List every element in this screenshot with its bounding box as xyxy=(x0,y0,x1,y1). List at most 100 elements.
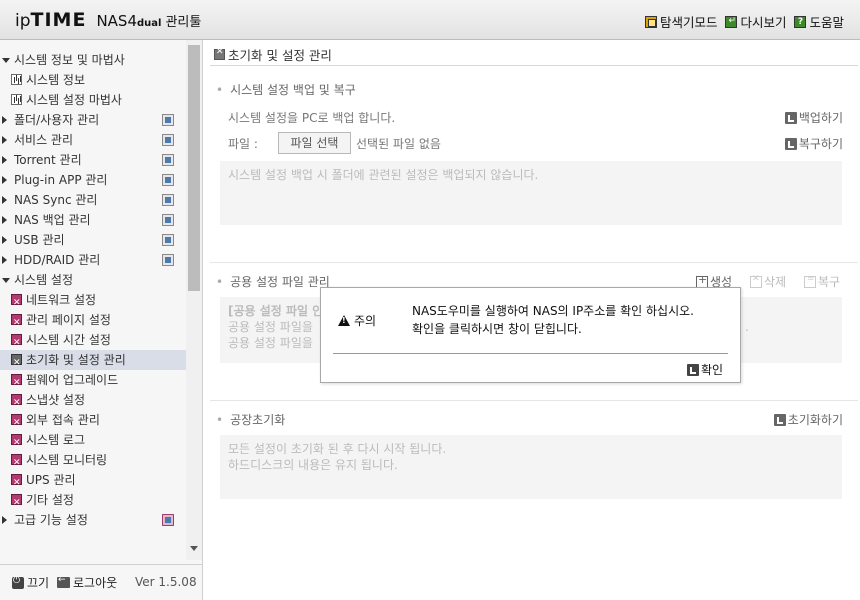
explorer-mode-label: 탐색기모드 xyxy=(659,15,718,30)
help-link[interactable]: ? 도움말 xyxy=(794,12,844,31)
dialog-title-text: 주의 xyxy=(354,314,377,328)
sidebar-item-label: 시스템 정보 및 마법사 xyxy=(14,53,125,67)
settings-icon xyxy=(11,493,22,513)
collapse-arrow-icon xyxy=(2,136,7,144)
chart-icon xyxy=(11,94,22,105)
refresh-link[interactable]: 다시보기 xyxy=(725,12,786,31)
settings-icon xyxy=(11,333,22,353)
help-icon: ? xyxy=(794,15,807,28)
factory-reset-label: 초기화하기 xyxy=(787,413,843,427)
sidebar-item-service[interactable]: 서비스 관리 xyxy=(0,130,186,150)
sidebar-item-remote-access[interactable]: 외부 접속 관리 xyxy=(0,410,186,433)
sidebar-item-label: 펌웨어 업그레이드 xyxy=(26,373,119,387)
sidebar-item-reset-config[interactable]: 초기화 및 설정 관리 xyxy=(0,350,186,373)
restore-button[interactable]: 복구하기 xyxy=(784,135,843,152)
sidebar-item-system-info[interactable]: 시스템 정보 xyxy=(0,70,186,90)
sidebar-item-label: Torrent 관리 xyxy=(14,153,82,167)
factory-heading-text: 공장초기화 xyxy=(230,413,286,427)
sidebar-item-label: 외부 접속 관리 xyxy=(26,413,100,427)
sidebar-scroll-thumb[interactable] xyxy=(188,45,200,291)
explorer-icon xyxy=(644,15,657,28)
collapse-arrow-icon xyxy=(2,176,7,184)
file-select-button[interactable]: 파일 선택 xyxy=(278,132,351,154)
hdd-icon xyxy=(162,254,174,266)
section-divider xyxy=(210,400,858,401)
sidebar-item-network[interactable]: 네트워크 설정 xyxy=(0,290,186,313)
sidebar-item-label: 스냅샷 설정 xyxy=(26,393,86,407)
expand-arrow-icon xyxy=(2,278,10,283)
delete-icon xyxy=(750,274,762,288)
sidebar-item-monitoring[interactable]: 시스템 모니터링 xyxy=(0,450,186,473)
settings-icon xyxy=(214,47,225,60)
sidebar-item-label: 초기화 및 설정 관리 xyxy=(26,353,126,367)
delete-button[interactable]: 삭제 xyxy=(750,273,786,290)
file-status: 선택된 파일 없음 xyxy=(356,137,441,151)
scroll-down-icon[interactable] xyxy=(190,546,198,551)
chart-icon xyxy=(11,74,22,85)
page-title-bar: 초기화 및 설정 관리 xyxy=(210,44,858,66)
shared-restore-button[interactable]: 복구 xyxy=(804,273,840,290)
sidebar-item-label: 서비스 관리 xyxy=(14,133,74,147)
backup-heading-text: 시스템 설정 백업 및 복구 xyxy=(230,83,356,97)
delete-button-label: 삭제 xyxy=(764,275,787,289)
factory-info-line: 하드디스크의 내용은 유지 됩니다. xyxy=(228,458,398,472)
bullet-icon: • xyxy=(216,275,224,289)
collapse-arrow-icon xyxy=(2,516,7,524)
sidebar-item-ups[interactable]: UPS 관리 xyxy=(0,470,186,493)
sidebar: 시스템 정보 및 마법사 시스템 정보 시스템 설정 마법사 폴더/사용자 관리… xyxy=(0,40,203,600)
section-divider xyxy=(210,262,858,263)
sidebar-item-label: 시스템 설정 마법사 xyxy=(26,93,122,107)
enter-icon xyxy=(773,413,786,426)
enter-icon xyxy=(687,363,699,376)
sidebar-item-label: Plug-in APP 관리 xyxy=(14,173,108,187)
sidebar-item-nas-backup[interactable]: NAS 백업 관리 xyxy=(0,210,186,230)
sidebar-item-label: 시스템 모니터링 xyxy=(26,453,108,467)
restore-button-label: 복구하기 xyxy=(798,137,843,151)
backup-icon xyxy=(162,214,174,226)
sidebar-item-advanced[interactable]: 고급 기능 설정 xyxy=(0,510,186,530)
sidebar-item-label: 고급 기능 설정 xyxy=(14,513,88,527)
sidebar-item-admin-page[interactable]: 관리 페이지 설정 xyxy=(0,310,186,333)
sidebar-item-nas-sync[interactable]: NAS Sync 관리 xyxy=(0,190,186,210)
expand-arrow-icon xyxy=(2,58,10,63)
sidebar-item-label: HDD/RAID 관리 xyxy=(14,253,101,267)
sidebar-item-system-log[interactable]: 시스템 로그 xyxy=(0,430,186,453)
backup-description: 시스템 설정을 PC로 백업 합니다. xyxy=(228,111,396,125)
sidebar-item-usb[interactable]: USB 관리 xyxy=(0,230,186,250)
backup-button[interactable]: 백업하기 xyxy=(784,109,843,126)
header: ip TIME NAS4 dual 관리툴 탐색기모드 다시보기 ? 도움말 xyxy=(0,0,860,40)
sidebar-item-setup-wizard[interactable]: 시스템 설정 마법사 xyxy=(0,90,186,110)
sidebar-item-misc[interactable]: 기타 설정 xyxy=(0,490,186,513)
sidebar-item-label: 시스템 시간 설정 xyxy=(26,333,111,347)
sidebar-item-label: NAS Sync 관리 xyxy=(14,193,98,207)
sidebar-item-firmware[interactable]: 펌웨어 업그레이드 xyxy=(0,370,186,393)
sidebar-item-torrent[interactable]: Torrent 관리 xyxy=(0,150,186,170)
sidebar-item-label: 시스템 로그 xyxy=(26,433,86,447)
sidebar-item-label: 시스템 정보 xyxy=(26,73,86,87)
power-off-button[interactable]: 끄기 xyxy=(12,574,49,591)
power-off-label: 끄기 xyxy=(27,576,50,590)
sidebar-item-snapshot[interactable]: 스냅샷 설정 xyxy=(0,390,186,413)
dialog-message: NAS도우미를 실행하여 NAS의 IP주소를 확인 하십시오. 확인을 클릭하… xyxy=(412,302,694,338)
factory-reset-button[interactable]: 초기화하기 xyxy=(773,411,843,428)
sidebar-item-label: UPS 관리 xyxy=(26,473,76,487)
torrent-icon xyxy=(162,154,174,166)
dialog-message-line: 확인을 클릭하시면 창이 닫힙니다. xyxy=(412,322,582,336)
sidebar-item-label: 기타 설정 xyxy=(26,493,74,507)
file-label: 파일 : xyxy=(228,137,258,151)
sidebar-item-hdd-raid[interactable]: HDD/RAID 관리 xyxy=(0,250,186,270)
settings-icon xyxy=(11,293,22,313)
plugin-icon xyxy=(162,174,174,186)
sidebar-item-system-info-wizard[interactable]: 시스템 정보 및 마법사 xyxy=(0,50,186,70)
power-icon xyxy=(12,576,24,589)
sidebar-item-system-time[interactable]: 시스템 시간 설정 xyxy=(0,330,186,353)
dialog-ok-button[interactable]: 확인 xyxy=(687,361,723,378)
sidebar-item-plugin[interactable]: Plug-in APP 관리 xyxy=(0,170,186,190)
enter-icon xyxy=(784,111,797,124)
sidebar-item-system-settings[interactable]: 시스템 설정 xyxy=(0,270,186,290)
explorer-mode-link[interactable]: 탐색기모드 xyxy=(644,12,718,31)
logo-time: TIME xyxy=(30,9,87,31)
logout-button[interactable]: 로그아웃 xyxy=(57,574,117,591)
sidebar-item-folder-user[interactable]: 폴더/사용자 관리 xyxy=(0,110,186,130)
settings-icon xyxy=(11,433,22,453)
